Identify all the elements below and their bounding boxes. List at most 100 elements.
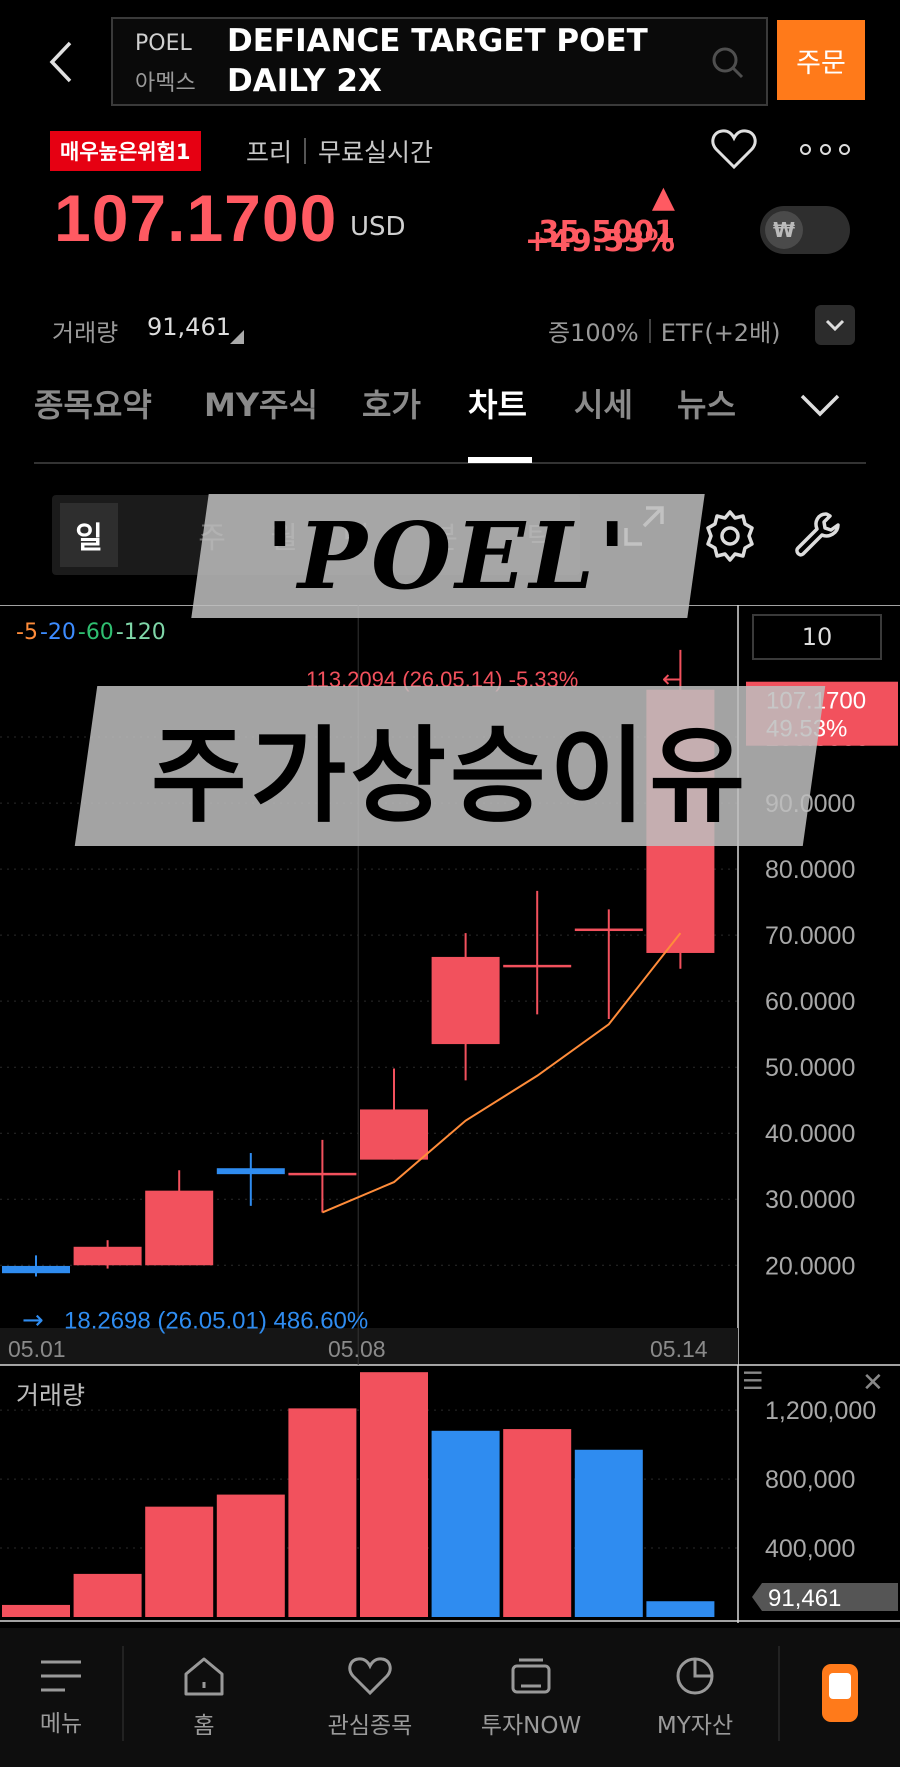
nav-menu-label: 메뉴: [39, 1710, 83, 1737]
divider: [304, 138, 307, 164]
volume-chart[interactable]: 1,200,000 800,000 400,000 91,461 ☰ ✕: [0, 1365, 900, 1623]
back-arrow-icon: [49, 41, 72, 83]
y-tick-label: 800,000: [765, 1466, 855, 1494]
overlay-subtitle: 주가상승이유: [150, 714, 750, 837]
divider: [648, 318, 651, 343]
pre-market-tag: 프리: [246, 138, 293, 167]
heart-icon: [348, 1656, 392, 1695]
y-tick-label: 70.0000: [765, 922, 855, 950]
home-icon: [184, 1657, 224, 1695]
triangle-icon: [230, 330, 244, 344]
y-tick-label: 60.0000: [765, 988, 855, 1016]
menu-icon: ☰: [742, 1367, 764, 1395]
close-icon: ✕: [862, 1368, 884, 1398]
tab-quotes[interactable]: 시세: [574, 380, 633, 426]
arrow-right-icon: →: [22, 1305, 44, 1335]
layers-icon: [511, 1658, 551, 1693]
y-tick-label: 400,000: [765, 1535, 855, 1563]
candle: [503, 890, 572, 1015]
y-tick-label: 20.0000: [765, 1252, 855, 1280]
volume-bar: [503, 1429, 572, 1617]
tab-orderbook[interactable]: 호가: [362, 380, 421, 426]
period-day[interactable]: 일: [60, 503, 118, 567]
tab-bar: 종목요약 MY주식 호가 차트 시세 뉴스: [34, 380, 834, 440]
candle: [216, 1153, 285, 1206]
volume-bar: [145, 1506, 214, 1617]
ma5-line: [322, 932, 682, 1214]
tab-my-stock[interactable]: MY주식: [204, 380, 318, 426]
x-tick-label: 05.14: [650, 1336, 708, 1362]
volume-bar: [574, 1449, 643, 1617]
back-button[interactable]: [38, 34, 84, 90]
volume-value: 91,461: [147, 313, 231, 341]
divider: [122, 1646, 124, 1741]
active-tab-indicator: [468, 457, 532, 463]
volume-bar: [73, 1573, 142, 1617]
gear-icon[interactable]: [702, 508, 758, 564]
y-tick-label: 50.0000: [765, 1054, 855, 1082]
divider: [778, 1646, 780, 1741]
order-button[interactable]: 주문: [777, 20, 865, 100]
y-tick-label: 80.0000: [765, 856, 855, 884]
nav-watchlist-label: 관심종목: [327, 1712, 413, 1739]
volume-bar: [216, 1494, 285, 1617]
phone-icon: [822, 1663, 858, 1722]
won-icon: ₩: [765, 211, 803, 249]
nav-watchlist[interactable]: 관심종목: [310, 1628, 430, 1767]
wrench-icon[interactable]: [790, 508, 846, 564]
candle: [431, 933, 500, 1081]
nav-home-label: 홈: [193, 1712, 215, 1739]
x-tick-label: 05.08: [328, 1336, 386, 1362]
y-tick-label: 40.0000: [765, 1120, 855, 1148]
volume-bar: [2, 1604, 70, 1617]
y-tick-label: 30.0000: [765, 1186, 855, 1214]
currency: USD: [350, 212, 406, 242]
tab-summary[interactable]: 종목요약: [34, 380, 152, 426]
current-price: 107.1700: [54, 181, 338, 255]
x-tick-label: 05.01: [8, 1336, 66, 1362]
stock-name: DEFIANCE TARGET POET DAILY 2X: [227, 23, 648, 99]
market-name: 아멕스: [135, 71, 196, 96]
volume-bar: [288, 1408, 357, 1617]
nav-menu[interactable]: 메뉴: [20, 1628, 102, 1767]
search-bar[interactable]: POEL 아멕스 DEFIANCE TARGET POET DAILY 2X: [111, 17, 768, 106]
nav-invest-now-label: 투자NOW: [480, 1712, 582, 1739]
ticker-code: POEL: [135, 31, 192, 56]
nav-my-assets-label: MY자산: [656, 1712, 734, 1739]
tab-divider: [34, 462, 866, 464]
overlay-title: 'POEL': [265, 502, 631, 610]
low-annotation: 18.2698 (26.05.01) 486.60%: [64, 1307, 368, 1334]
bottom-nav: 메뉴 홈 관심종목 투자NOW MY자산: [0, 1628, 900, 1767]
volume-bar: [431, 1430, 500, 1617]
pie-chart-icon: [676, 1657, 714, 1694]
y-tick-label: 1,200,000: [765, 1397, 876, 1425]
nav-invest-now[interactable]: 투자NOW: [466, 1628, 596, 1767]
price-change-percent: +49.53%: [524, 224, 675, 259]
stock-meta: 증100% ETF(+2배): [548, 313, 781, 348]
nav-my-assets[interactable]: MY자산: [640, 1628, 750, 1767]
market-tags: 프리 무료실시간: [246, 133, 433, 169]
candle: [360, 1068, 428, 1160]
heart-icon[interactable]: [710, 127, 758, 171]
candle: [73, 1240, 142, 1269]
current-volume-label: 91,461: [768, 1585, 841, 1612]
expand-button[interactable]: [815, 305, 855, 345]
chevron-down-icon[interactable]: [798, 390, 842, 422]
tab-chart[interactable]: 차트: [468, 380, 527, 426]
risk-badge: 매우높은위험1: [50, 131, 201, 171]
etf-type: ETF(+2배): [660, 319, 781, 347]
tab-news[interactable]: 뉴스: [677, 380, 736, 426]
search-icon[interactable]: [708, 43, 748, 83]
more-icon[interactable]: [800, 138, 850, 160]
nav-phone[interactable]: [808, 1628, 872, 1767]
chevron-down-icon: [825, 319, 845, 331]
menu-icon: [41, 1660, 81, 1691]
nav-home[interactable]: 홈: [160, 1628, 248, 1767]
volume-label: 거래량: [52, 319, 119, 347]
margin-rate: 증100%: [548, 319, 639, 347]
volume-bar: [360, 1372, 428, 1617]
volume-bar: [646, 1601, 715, 1617]
candle: [2, 1255, 70, 1277]
candle: [145, 1170, 214, 1266]
currency-toggle[interactable]: ₩: [760, 206, 850, 254]
